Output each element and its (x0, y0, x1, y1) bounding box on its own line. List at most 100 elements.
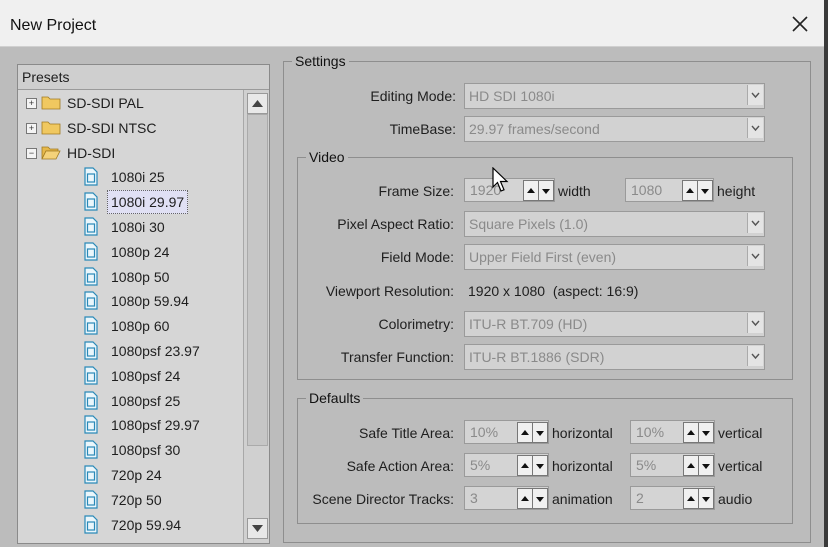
preset-item[interactable]: 1080p 60 (18, 315, 242, 337)
spin-down-icon[interactable] (532, 422, 548, 443)
transfer-function-label: Transfer Function: (340, 349, 454, 365)
viewport-value: 1920 x 1080 (aspect: 16:9) (468, 283, 639, 299)
preset-folder-label: SD-SDI PAL (67, 95, 144, 111)
scroll-up-icon[interactable] (247, 93, 268, 114)
field-mode-select[interactable]: Upper Field First (even) (464, 244, 765, 270)
preset-file-icon (84, 316, 98, 335)
expand-icon[interactable]: + (26, 122, 37, 134)
frame-height-stepper[interactable]: 1080 (625, 178, 714, 202)
preset-folder[interactable]: + SD-SDI PAL (18, 92, 242, 114)
chevron-down-icon[interactable] (747, 313, 763, 333)
expand-icon[interactable]: + (26, 98, 37, 109)
pixel-aspect-value: Square Pixels (1.0) (469, 216, 589, 232)
spin-down-icon[interactable] (698, 422, 714, 443)
spin-up-icon[interactable] (517, 455, 533, 476)
transfer-function-select[interactable]: ITU-R BT.1886 (SDR) (464, 344, 765, 370)
editing-mode-value: HD SDI 1080i (469, 88, 555, 104)
preset-item[interactable]: 720p 50 (18, 489, 242, 511)
animation-tracks-value: 3 (470, 490, 478, 506)
chevron-down-icon[interactable] (747, 118, 763, 138)
presets-scrollbar[interactable] (243, 90, 269, 543)
preset-item-label: 1080psf 29.97 (111, 417, 200, 434)
close-icon[interactable] (788, 12, 812, 36)
preset-item[interactable]: 1080psf 24 (18, 365, 242, 387)
editing-mode-select[interactable]: HD SDI 1080i (464, 83, 765, 109)
audio-tracks-value: 2 (636, 490, 644, 506)
preset-file-icon (84, 514, 98, 534)
chevron-down-icon[interactable] (747, 213, 763, 233)
field-mode-label: Field Mode: (380, 249, 454, 265)
preset-item[interactable]: 1080psf 25 (18, 390, 242, 412)
preset-item-label: 1080p 59.94 (111, 293, 189, 310)
preset-item[interactable]: 1080psf 29.97 (18, 414, 242, 436)
frame-height-value: 1080 (631, 182, 663, 198)
preset-item[interactable]: 1080psf 23.97 (18, 340, 242, 362)
preset-item-label: 1080p 24 (111, 243, 170, 260)
preset-item[interactable]: 1080i 30 (18, 216, 242, 238)
chevron-down-icon[interactable] (747, 85, 763, 105)
preset-file-icon (84, 366, 98, 385)
preset-folder-label: SD-SDI NTSC (67, 119, 157, 136)
colorimetry-value: ITU-R BT.709 (HD) (469, 316, 588, 332)
spin-up-icon[interactable] (683, 455, 699, 476)
scroll-thumb[interactable] (247, 114, 268, 446)
spin-down-icon[interactable] (698, 455, 714, 476)
safe-title-v-stepper[interactable]: 10% (630, 420, 715, 444)
transfer-function-value: ITU-R BT.1886 (SDR) (469, 349, 605, 365)
safe-action-h-stepper[interactable]: 5% (464, 453, 549, 477)
preset-item[interactable]: 1080i 25 (18, 166, 242, 188)
chevron-down-icon[interactable] (747, 246, 763, 266)
dialog-title: New Project (10, 17, 97, 34)
spin-down-icon[interactable] (698, 488, 714, 509)
video-legend: Video (309, 149, 345, 165)
preset-item[interactable]: 1080p 59.94 (18, 290, 242, 312)
spin-up-icon[interactable] (517, 422, 533, 443)
preset-file-icon (84, 291, 98, 310)
preset-file-icon (84, 266, 98, 286)
preset-folder[interactable]: − HD-SDI (18, 142, 242, 164)
preset-item[interactable]: 720p 24 (18, 464, 242, 486)
animation-tracks-stepper[interactable]: 3 (464, 486, 549, 510)
safe-title-h-stepper[interactable]: 10% (464, 420, 549, 444)
collapse-icon[interactable]: − (26, 147, 37, 159)
spin-up-icon[interactable] (682, 180, 698, 201)
frame-height-unit: height (717, 183, 756, 199)
presets-header: Presets (18, 65, 269, 90)
audio-tracks-stepper[interactable]: 2 (630, 486, 715, 510)
pixel-aspect-select[interactable]: Square Pixels (1.0) (464, 211, 765, 237)
spin-down-icon[interactable] (697, 180, 713, 201)
spin-up-icon[interactable] (523, 180, 539, 201)
preset-item-label: 1080psf 24 (111, 367, 181, 384)
preset-item-label: 1080i 30 (111, 219, 165, 235)
presets-header-label: Presets (22, 69, 70, 85)
spin-down-icon[interactable] (532, 488, 548, 509)
spin-up-icon[interactable] (683, 422, 699, 443)
preset-folder-label: HD-SDI (67, 144, 116, 161)
preset-item[interactable]: 1080psf 30 (18, 439, 242, 461)
safe-action-v-stepper[interactable]: 5% (630, 453, 715, 477)
scroll-down-icon[interactable] (247, 518, 268, 539)
preset-item[interactable]: 1080p 50 (18, 266, 242, 288)
spin-down-icon[interactable] (538, 180, 554, 201)
preset-item-label: 720p 50 (111, 491, 162, 508)
folder-icon (41, 96, 61, 110)
safe-title-v-unit: vertical (718, 425, 763, 441)
new-project-dialog: New Project Presets + SD-SDI PAL + SD-SDI N… (0, 0, 828, 547)
spin-down-icon[interactable] (532, 455, 548, 476)
timebase-select[interactable]: 29.97 frames/second (464, 116, 765, 142)
frame-width-unit: width (558, 183, 591, 199)
colorimetry-select[interactable]: ITU-R BT.709 (HD) (464, 311, 765, 337)
preset-folder[interactable]: + SD-SDI NTSC (18, 117, 242, 139)
preset-item-label: 1080psf 25 (111, 392, 181, 409)
preset-item[interactable]: 1080p 24 (18, 241, 242, 263)
preset-item[interactable]: 1080i 29.97 (18, 190, 242, 215)
timebase-label: TimeBase: (389, 121, 456, 137)
chevron-down-icon[interactable] (747, 346, 763, 366)
spin-up-icon[interactable] (683, 488, 699, 509)
colorimetry-label: Colorimetry: (378, 316, 454, 332)
title-bar: New Project (0, 0, 824, 47)
preset-item[interactable]: 720p 59.94 (18, 514, 242, 536)
spin-up-icon[interactable] (517, 488, 533, 509)
pixel-aspect-label: Pixel Aspect Ratio: (337, 216, 454, 232)
preset-item-label: 1080p 50 (111, 268, 170, 285)
